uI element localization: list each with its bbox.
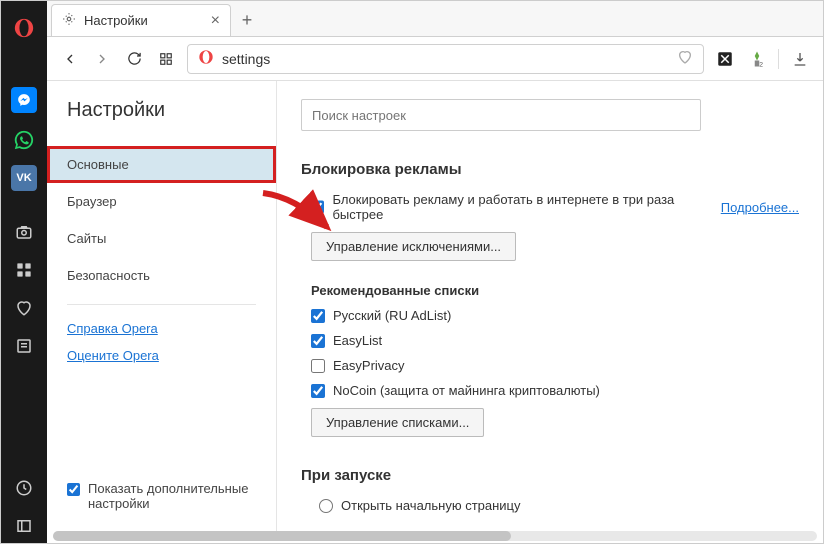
sidebar-item-basic[interactable]: Основные bbox=[47, 146, 276, 183]
list-row-nocoin[interactable]: NoCoin (защита от майнинга криптовалюты) bbox=[311, 383, 799, 398]
recommended-lists-title: Рекомендованные списки bbox=[311, 283, 799, 298]
startup-open-start-row[interactable]: Открыть начальную страницу bbox=[319, 498, 799, 513]
opera-badge-icon bbox=[198, 49, 214, 68]
reload-button[interactable] bbox=[123, 48, 145, 70]
extension-icon-1[interactable] bbox=[714, 48, 736, 70]
bookmark-heart-icon[interactable] bbox=[677, 49, 693, 68]
news-icon[interactable] bbox=[7, 329, 41, 363]
svg-text:2: 2 bbox=[759, 61, 763, 68]
settings-main: Блокировка рекламы Блокировать рекламу и… bbox=[277, 81, 823, 531]
new-tab-button[interactable]: + bbox=[231, 4, 263, 36]
sidebar-toggle-icon[interactable] bbox=[7, 509, 41, 543]
browser-left-rail: VK bbox=[1, 1, 47, 543]
camera-icon[interactable] bbox=[7, 215, 41, 249]
tab-title: Настройки bbox=[84, 13, 148, 28]
tab-bar: Настройки × + bbox=[47, 1, 823, 37]
downloads-icon[interactable] bbox=[789, 48, 811, 70]
heart-icon[interactable] bbox=[7, 291, 41, 325]
address-text: settings bbox=[222, 51, 270, 67]
sidebar-item-browser[interactable]: Браузер bbox=[47, 183, 276, 220]
address-field[interactable]: settings bbox=[187, 44, 704, 74]
clock-icon[interactable] bbox=[7, 471, 41, 505]
section-startup-title: При запуске bbox=[301, 467, 799, 484]
learn-more-link[interactable]: Подробнее... bbox=[721, 200, 799, 215]
speed-dial-icon[interactable] bbox=[7, 253, 41, 287]
list-row-easylist[interactable]: EasyList bbox=[311, 333, 799, 348]
sidebar-link-rate[interactable]: Оцените Opera bbox=[47, 342, 276, 369]
forward-button[interactable] bbox=[91, 48, 113, 70]
tab-settings[interactable]: Настройки × bbox=[51, 4, 231, 36]
horizontal-scrollbar[interactable] bbox=[53, 531, 817, 541]
opera-logo-icon[interactable] bbox=[7, 11, 41, 45]
tab-close-icon[interactable]: × bbox=[211, 12, 220, 30]
list-row-easyprivacy[interactable]: EasyPrivacy bbox=[311, 358, 799, 373]
advanced-checkbox-input[interactable] bbox=[67, 483, 80, 496]
messenger-icon[interactable] bbox=[11, 87, 37, 113]
back-button[interactable] bbox=[59, 48, 81, 70]
search-settings-input[interactable] bbox=[301, 99, 701, 131]
scrollbar-thumb[interactable] bbox=[53, 531, 511, 541]
settings-sidebar: Настройки Основные Браузер Сайты Безопас… bbox=[47, 81, 277, 531]
speed-dial-button[interactable] bbox=[155, 48, 177, 70]
adblock-enable-checkbox[interactable] bbox=[311, 200, 324, 214]
adblock-enable-row[interactable]: Блокировать рекламу и работать в интерне… bbox=[311, 192, 799, 222]
settings-content: Настройки Основные Браузер Сайты Безопас… bbox=[47, 81, 823, 531]
list-row-ru[interactable]: Русский (RU AdList) bbox=[311, 308, 799, 323]
show-advanced-checkbox[interactable]: Показать дополнительные настройки bbox=[47, 481, 276, 531]
address-bar: settings 2 bbox=[47, 37, 823, 81]
settings-title: Настройки bbox=[47, 99, 276, 146]
whatsapp-icon[interactable] bbox=[7, 123, 41, 157]
gear-icon bbox=[62, 12, 76, 29]
sidebar-item-sites[interactable]: Сайты bbox=[47, 220, 276, 257]
sidebar-link-help[interactable]: Справка Opera bbox=[47, 315, 276, 342]
extension-icon-2[interactable]: 2 bbox=[746, 48, 768, 70]
sidebar-item-security[interactable]: Безопасность bbox=[47, 257, 276, 294]
manage-lists-button[interactable]: Управление списками... bbox=[311, 408, 484, 437]
section-adblock-title: Блокировка рекламы bbox=[301, 161, 799, 178]
vk-icon[interactable]: VK bbox=[11, 165, 37, 191]
manage-exceptions-button[interactable]: Управление исключениями... bbox=[311, 232, 516, 261]
